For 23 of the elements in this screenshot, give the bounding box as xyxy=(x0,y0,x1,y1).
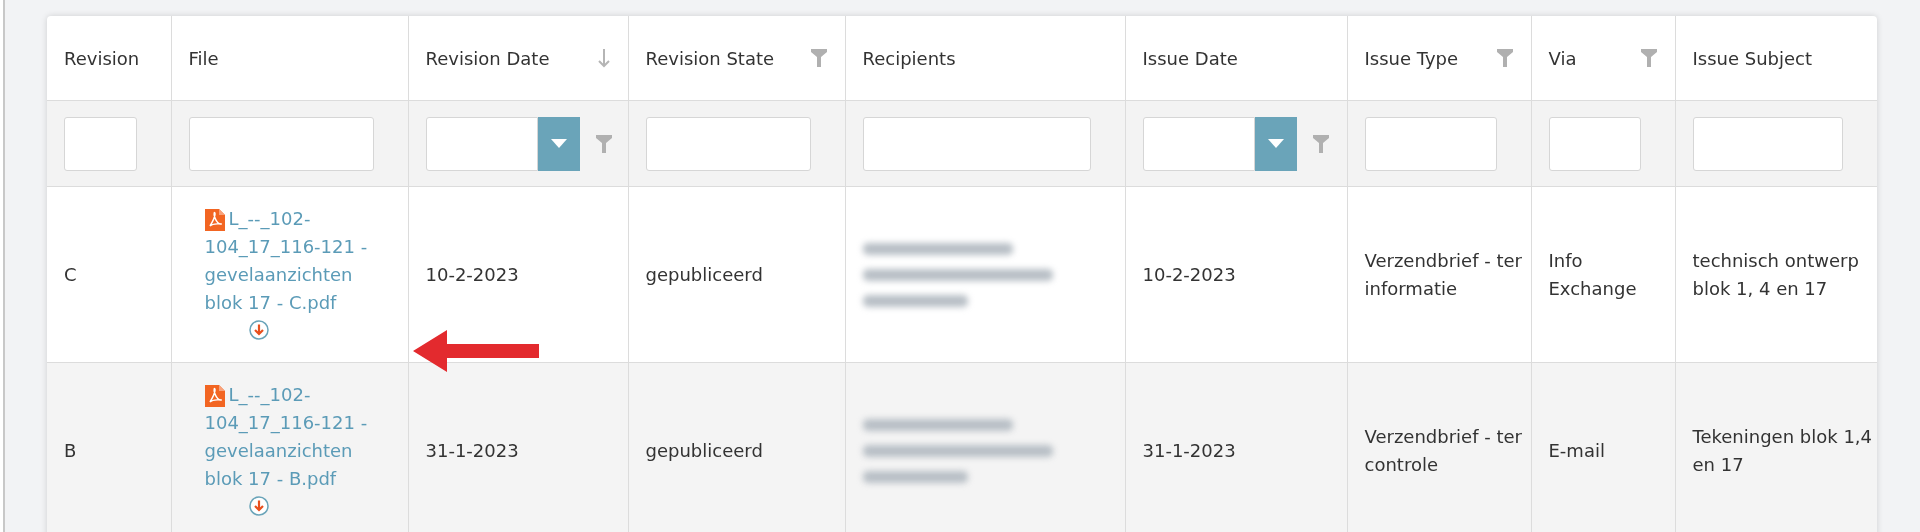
table-cell: 31-1-2023 xyxy=(425,439,519,461)
column-header[interactable]: Revision Date xyxy=(425,47,550,69)
table-cell: gepubliceerd xyxy=(645,263,763,285)
table-cell: Info Exchange xyxy=(1548,249,1637,299)
column-header[interactable]: File xyxy=(188,47,219,69)
column-header[interactable]: Via xyxy=(1548,47,1577,69)
table-cell: E-mail xyxy=(1548,439,1605,461)
table-cell: B xyxy=(64,439,77,461)
column-header[interactable]: Issue Subject xyxy=(1692,47,1813,69)
table-cell: Verzendbrief - ter controle xyxy=(1364,425,1522,475)
column-header[interactable]: Revision xyxy=(64,47,140,69)
table-cell: 10-2-2023 xyxy=(425,263,519,285)
table-cell: 10-2-2023 xyxy=(1142,263,1236,285)
column-header[interactable]: Revision State xyxy=(645,47,775,69)
column-header[interactable]: Recipients xyxy=(862,47,956,69)
column-header[interactable]: Issue Date xyxy=(1142,47,1238,69)
table-cell: C xyxy=(64,263,77,285)
table-cell: Tekeningen blok 1,4 en 17 xyxy=(1692,425,1873,475)
column-header[interactable]: Issue Type xyxy=(1364,47,1459,69)
table-cell: Verzendbrief - ter informatie xyxy=(1364,249,1522,299)
table-cell: 31-1-2023 xyxy=(1142,439,1236,461)
table-cell: technisch ontwerp blok 1, 4 en 17 xyxy=(1692,249,1859,299)
table-cell: gepubliceerd xyxy=(645,439,763,461)
